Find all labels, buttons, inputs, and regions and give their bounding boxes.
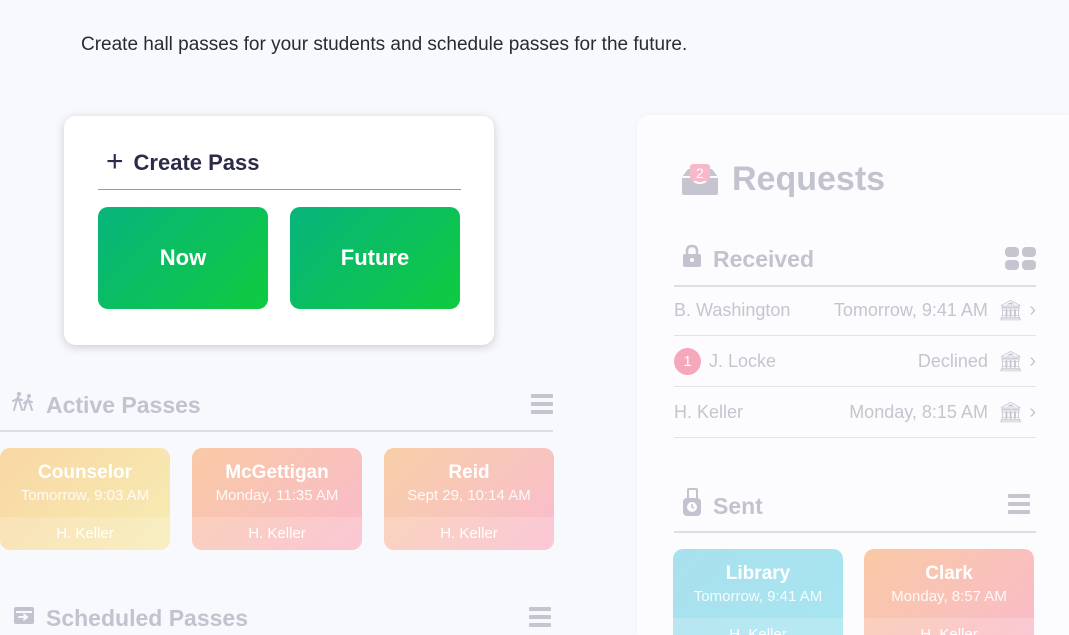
active-passes-divider bbox=[0, 430, 553, 432]
inbox-count: 2 bbox=[696, 164, 704, 181]
received-title: Received bbox=[713, 245, 815, 272]
intro-text: Create hall passes for your students and… bbox=[81, 34, 688, 55]
plus-icon: + bbox=[106, 145, 124, 178]
count-badge: 1 bbox=[674, 348, 701, 375]
create-pass-title: Create Pass bbox=[133, 150, 260, 175]
pass-name: Counselor bbox=[38, 462, 132, 483]
building-icon: 🏛 bbox=[997, 300, 1024, 322]
pass-name: McGettigan bbox=[225, 462, 329, 483]
requests-header: 2 Requests bbox=[678, 160, 885, 199]
pass-name: Clark bbox=[925, 563, 973, 584]
pass-owner: H. Keller bbox=[192, 517, 362, 550]
create-pass-card: + Create Pass Now Future bbox=[64, 116, 494, 345]
request-student: B. Washington bbox=[674, 300, 791, 320]
create-pass-header: + Create Pass bbox=[98, 145, 461, 190]
sent-pass-icon bbox=[681, 488, 703, 524]
active-pass-tile[interactable]: McGettigan Monday, 11:35 AM H. Keller bbox=[192, 448, 362, 550]
received-header: Received bbox=[681, 244, 814, 274]
grid-view-icon[interactable] bbox=[1005, 247, 1036, 271]
sent-title: Sent bbox=[713, 492, 763, 519]
chevron-right-icon: › bbox=[1029, 299, 1036, 321]
active-pass-tile[interactable]: Counselor Tomorrow, 9:03 AM H. Keller bbox=[0, 448, 170, 550]
list-view-icon[interactable] bbox=[529, 607, 551, 627]
request-row[interactable]: B. Washington Tomorrow, 9:41 AM 🏛 › bbox=[674, 286, 1036, 336]
pass-name: Reid bbox=[448, 462, 490, 483]
pass-time: Monday, 11:35 AM bbox=[215, 487, 339, 504]
chevron-right-icon: › bbox=[1029, 350, 1036, 372]
pass-owner: H. Keller bbox=[864, 618, 1034, 635]
active-passes-title: Active Passes bbox=[46, 391, 201, 418]
sent-divider bbox=[674, 531, 1036, 533]
building-icon: 🏛 bbox=[997, 351, 1024, 373]
pass-owner: H. Keller bbox=[0, 517, 170, 550]
request-status: Monday, 8:15 AM bbox=[849, 402, 988, 422]
active-passes-header: Active Passes bbox=[12, 390, 201, 420]
calendar-arrow-icon bbox=[12, 604, 36, 632]
list-view-icon[interactable] bbox=[1008, 494, 1030, 514]
list-view-icon[interactable] bbox=[531, 394, 553, 414]
pass-time: Monday, 8:57 AM bbox=[891, 588, 1007, 605]
pass-time: Sept 29, 10:14 AM bbox=[407, 487, 531, 504]
request-student: J. Locke bbox=[709, 351, 777, 371]
request-status: Declined bbox=[917, 351, 988, 371]
now-button[interactable]: Now bbox=[98, 207, 268, 309]
scheduled-passes-title: Scheduled Passes bbox=[46, 604, 248, 631]
pass-owner: H. Keller bbox=[673, 618, 843, 635]
request-student: H. Keller bbox=[674, 402, 744, 422]
scheduled-passes-header: Scheduled Passes bbox=[12, 604, 248, 632]
inbox-icon: 2 bbox=[678, 163, 722, 197]
request-row[interactable]: H. Keller Monday, 8:15 AM 🏛 › bbox=[674, 388, 1036, 438]
future-button[interactable]: Future bbox=[290, 207, 460, 309]
pass-time: Tomorrow, 9:03 AM bbox=[20, 487, 150, 504]
request-row[interactable]: 1 J. Locke Declined 🏛 › bbox=[674, 337, 1036, 387]
sent-pass-tile[interactable]: Clark Monday, 8:57 AM H. Keller bbox=[864, 549, 1034, 635]
requests-title: Requests bbox=[732, 160, 886, 198]
lock-icon bbox=[681, 244, 703, 274]
walking-people-icon bbox=[12, 390, 36, 420]
active-pass-tile[interactable]: Reid Sept 29, 10:14 AM H. Keller bbox=[384, 448, 554, 550]
pass-owner: H. Keller bbox=[384, 517, 554, 550]
chevron-right-icon: › bbox=[1029, 401, 1036, 423]
request-status: Tomorrow, 9:41 AM bbox=[833, 300, 988, 320]
sent-pass-tile[interactable]: Library Tomorrow, 9:41 AM H. Keller bbox=[673, 549, 843, 635]
pass-time: Tomorrow, 9:41 AM bbox=[693, 588, 823, 605]
sent-header: Sent bbox=[681, 488, 763, 524]
pass-name: Library bbox=[725, 563, 791, 584]
building-icon: 🏛 bbox=[997, 402, 1024, 424]
